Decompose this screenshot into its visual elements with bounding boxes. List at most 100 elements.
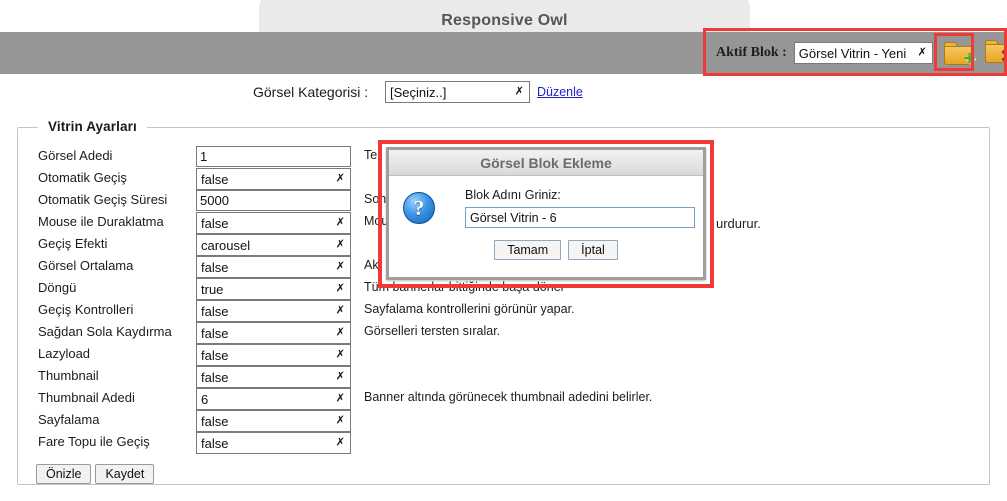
category-select-wrap: [Seçiniz..] ✗ bbox=[385, 81, 530, 103]
preview-button[interactable]: Önizle bbox=[36, 464, 92, 484]
setting-description: Mou bbox=[364, 214, 389, 228]
setting-select[interactable]: false bbox=[196, 168, 351, 190]
setting-label: Geçiş Kontrolleri bbox=[38, 302, 134, 317]
folder-delete-icon: ✖ bbox=[984, 39, 1007, 67]
setting-select[interactable]: false bbox=[196, 212, 351, 234]
setting-description: Sayfalama kontrollerini görünür yapar. bbox=[364, 302, 575, 316]
setting-label: Lazyload bbox=[38, 346, 91, 361]
setting-control: false ✗ bbox=[196, 366, 351, 388]
setting-label: Görsel Adedi bbox=[38, 148, 113, 163]
setting-select-wrap: true ✗ bbox=[196, 278, 351, 300]
setting-select-wrap: false ✗ bbox=[196, 344, 351, 366]
settings-row: Lazyload false ✗ bbox=[38, 344, 978, 366]
setting-control: false ✗ bbox=[196, 344, 351, 366]
setting-description: Tüm bannerlar bittiğinde başa döner bbox=[364, 280, 565, 294]
setting-label: Otomatik Geçiş bbox=[38, 170, 127, 185]
setting-select[interactable]: carousel bbox=[196, 234, 351, 256]
setting-select[interactable]: false bbox=[196, 322, 351, 344]
setting-label: Thumbnail Adedi bbox=[38, 390, 135, 405]
category-select[interactable]: [Seçiniz..] bbox=[385, 81, 530, 103]
setting-control bbox=[196, 146, 351, 167]
setting-label: Otomatik Geçiş Süresi bbox=[38, 192, 168, 207]
delete-block-button[interactable]: ✖ bbox=[984, 39, 1007, 67]
settings-row: Sayfalama false ✗ bbox=[38, 410, 978, 432]
setting-label: Görsel Ortalama bbox=[38, 258, 134, 273]
block-name-input[interactable] bbox=[465, 207, 695, 228]
setting-select-wrap: false ✗ bbox=[196, 212, 351, 234]
setting-description: Görselleri tersten sıralar. bbox=[364, 324, 501, 338]
setting-select-wrap: false ✗ bbox=[196, 300, 351, 322]
dialog-body: ? Blok Adını Griniz: Tamam İptal bbox=[389, 176, 703, 268]
setting-control: false ✗ bbox=[196, 410, 351, 432]
setting-select-wrap: false ✗ bbox=[196, 322, 351, 344]
active-block-select[interactable]: Görsel Vitrin - Yeni bbox=[793, 42, 933, 64]
setting-control: false ✗ bbox=[196, 432, 351, 454]
setting-select[interactable]: true bbox=[196, 278, 351, 300]
dialog-titlebar: Görsel Blok Ekleme bbox=[389, 150, 703, 176]
form-buttons: Önizle Kaydet bbox=[36, 464, 155, 484]
top-tab-strip: Responsive Owl bbox=[0, 0, 1007, 32]
setting-select-wrap: false ✗ bbox=[196, 366, 351, 388]
setting-description: Tel bbox=[364, 148, 380, 162]
setting-description-overflow: urdurur. bbox=[716, 216, 761, 231]
setting-select[interactable]: false bbox=[196, 432, 351, 454]
setting-label: Döngü bbox=[38, 280, 77, 295]
setting-label: Sayfalama bbox=[38, 412, 100, 427]
category-row: Görsel Kategorisi : [Seçiniz..] ✗ Düzenl… bbox=[0, 80, 1007, 104]
category-edit-link[interactable]: Düzenle bbox=[537, 85, 583, 99]
setting-select-wrap: false ✗ bbox=[196, 168, 351, 190]
settings-row: Thumbnail false ✗ bbox=[38, 366, 978, 388]
setting-control: false ✗ bbox=[196, 322, 351, 344]
setting-text-input[interactable] bbox=[196, 146, 351, 167]
setting-control: 6 ✗ bbox=[196, 388, 351, 410]
question-icon: ? bbox=[403, 192, 435, 224]
setting-select-wrap: carousel ✗ bbox=[196, 234, 351, 256]
setting-control: true ✗ bbox=[196, 278, 351, 300]
setting-label: Sağdan Sola Kaydırma bbox=[38, 324, 172, 339]
dialog-title: Görsel Blok Ekleme bbox=[480, 154, 612, 171]
setting-label: Fare Topu ile Geçiş bbox=[38, 434, 150, 449]
active-block-label: Aktif Blok : bbox=[716, 45, 787, 60]
settings-row: Sağdan Sola Kaydırma false ✗ Görselleri ter… bbox=[38, 322, 978, 344]
setting-description: Son bbox=[364, 192, 387, 206]
setting-select[interactable]: false bbox=[196, 366, 351, 388]
dialog-prompt-label: Blok Adını Griniz: bbox=[465, 188, 561, 202]
setting-label: Geçiş Efekti bbox=[38, 236, 108, 251]
setting-control: false ✗ bbox=[196, 300, 351, 322]
settings-row: Döngü true ✗ Tüm bannerlar bittiğinde başa … bbox=[38, 278, 978, 300]
settings-legend: Vitrin Ayarları bbox=[38, 119, 147, 134]
dialog-ok-button[interactable]: Tamam bbox=[494, 240, 562, 260]
window-tab[interactable]: Responsive Owl bbox=[259, 0, 750, 32]
setting-control: false ✗ bbox=[196, 168, 351, 190]
setting-control: carousel ✗ bbox=[196, 234, 351, 256]
active-block-select-wrap: Görsel Vitrin - Yeni ✗ bbox=[793, 42, 933, 64]
setting-select-wrap: false ✗ bbox=[196, 432, 351, 454]
setting-description: Ak bbox=[364, 258, 379, 272]
add-block-button[interactable]: + bbox=[940, 39, 978, 69]
settings-row: Fare Topu ile Geçiş false ✗ bbox=[38, 432, 978, 454]
setting-select[interactable]: false bbox=[196, 300, 351, 322]
window-title: Responsive Owl bbox=[441, 12, 568, 29]
setting-control bbox=[196, 190, 351, 211]
add-block-dialog: Görsel Blok Ekleme ? Blok Adını Griniz: … bbox=[386, 147, 706, 280]
dialog-buttons: Tamam İptal bbox=[403, 240, 689, 260]
setting-select[interactable]: 6 bbox=[196, 388, 351, 410]
dialog-cancel-button[interactable]: İptal bbox=[568, 240, 618, 260]
setting-select-wrap: false ✗ bbox=[196, 410, 351, 432]
folder-add-icon: + bbox=[943, 41, 976, 69]
category-label: Görsel Kategorisi : bbox=[253, 84, 369, 100]
setting-select[interactable]: false bbox=[196, 410, 351, 432]
setting-select[interactable]: false bbox=[196, 256, 351, 278]
setting-select[interactable]: false bbox=[196, 344, 351, 366]
setting-description: Banner altında görünecek thumbnail adedi… bbox=[364, 390, 653, 404]
setting-label: Mouse ile Duraklatma bbox=[38, 214, 164, 229]
settings-row: Geçiş Kontrolleri false ✗ Sayfalama kontrol… bbox=[38, 300, 978, 322]
setting-control: false ✗ bbox=[196, 212, 351, 234]
setting-select-wrap: 6 ✗ bbox=[196, 388, 351, 410]
settings-row: Thumbnail Adedi 6 ✗ Banner altında görünece… bbox=[38, 388, 978, 410]
setting-select-wrap: false ✗ bbox=[196, 256, 351, 278]
setting-text-input[interactable] bbox=[196, 190, 351, 211]
save-button[interactable]: Kaydet bbox=[95, 464, 155, 484]
setting-control: false ✗ bbox=[196, 256, 351, 278]
active-block-toolbar: Aktif Blok : Görsel Vitrin - Yeni ✗ + ✖ bbox=[708, 33, 1007, 73]
